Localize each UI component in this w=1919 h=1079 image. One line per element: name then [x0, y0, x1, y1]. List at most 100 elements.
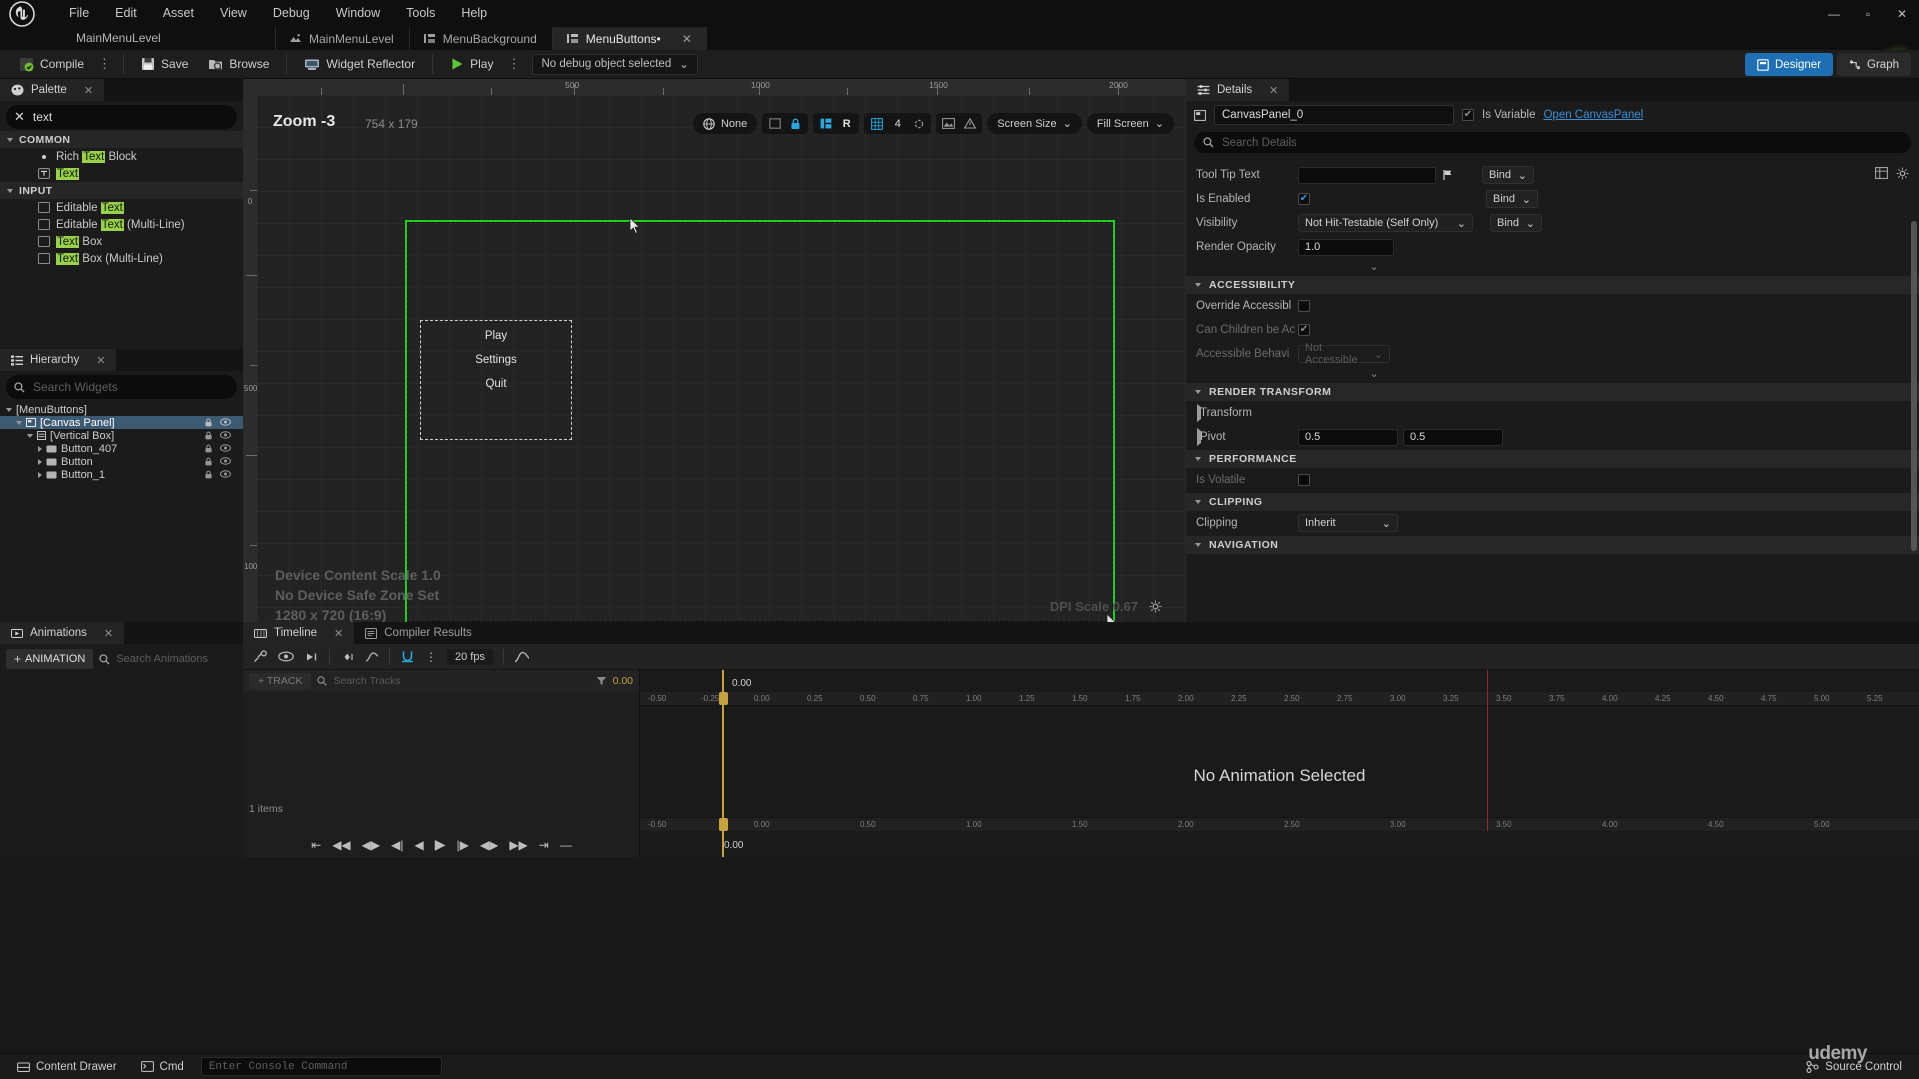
palette-search-input[interactable]: text — [33, 110, 52, 124]
snap-toggle-icon[interactable] — [400, 650, 415, 663]
tree-node-visibility-controls[interactable] — [204, 457, 231, 466]
chevron-right-icon[interactable] — [1186, 428, 1201, 446]
track-search-input[interactable]: Search Tracks — [333, 675, 400, 687]
hierarchy-search-input[interactable]: Search Widgets — [33, 380, 118, 394]
fill-screen-selector[interactable]: Fill Screen ⌄ — [1086, 113, 1174, 134]
step-back-button[interactable]: ◀◀ — [332, 838, 350, 852]
details-tab[interactable]: Details ✕ — [1186, 79, 1290, 101]
tree-node-button[interactable]: Button — [0, 455, 243, 468]
bind-button-tooltip[interactable]: Bind ⌄ — [1482, 166, 1534, 184]
lock-icon[interactable] — [204, 418, 213, 427]
track-search-row[interactable]: Search Tracks — [317, 675, 589, 687]
chevron-right-icon[interactable] — [1186, 404, 1201, 422]
curve-tool-icon[interactable] — [514, 651, 530, 663]
menu-view[interactable]: View — [207, 0, 260, 27]
eye-icon[interactable] — [220, 457, 231, 466]
tree-node-visibility-controls[interactable] — [204, 431, 231, 440]
palette-item-text-box[interactable]: Text Box — [0, 233, 243, 250]
debug-object-selector[interactable]: No debug object selected ⌄ — [532, 53, 698, 75]
menu-file[interactable]: File — [56, 0, 102, 27]
section-header-clipping[interactable]: CLIPPING — [1186, 492, 1919, 511]
grid-snap-icon[interactable] — [866, 114, 887, 133]
lock-icon[interactable] — [204, 431, 213, 440]
jump-to-start-button[interactable]: ⇤ — [311, 838, 321, 852]
chevron-right-icon[interactable] — [38, 471, 42, 478]
palette-tab[interactable]: Palette ✕ — [0, 79, 105, 101]
preview-button-settings[interactable]: Settings — [420, 348, 572, 372]
object-name-input[interactable]: CanvasPanel_0 — [1214, 105, 1454, 125]
tree-node-visibility-controls[interactable] — [204, 470, 231, 479]
track-time-value[interactable]: 0.00 — [613, 675, 633, 687]
image-toggle-icon[interactable] — [938, 114, 959, 133]
clear-search-icon[interactable]: ✕ — [14, 109, 25, 125]
animations-search-input[interactable]: Search Animations — [116, 653, 208, 665]
timeline-grid[interactable]: -0.50 -0.25 0.00 0.25 0.50 0.75 1.00 1.2… — [640, 670, 1919, 857]
palette-item-text-box-multiline[interactable]: Text Box (Multi-Line) — [0, 250, 243, 267]
eye-icon[interactable] — [220, 418, 231, 427]
play-button[interactable]: Play — [441, 52, 502, 77]
rotation-toggle-label[interactable]: R — [836, 114, 857, 133]
palette-item-rich-text-block[interactable]: Rich Text Block — [0, 148, 243, 165]
compile-button[interactable]: Compile — [10, 52, 93, 77]
hierarchy-search-row[interactable]: Search Widgets — [6, 375, 237, 399]
step-forward-button[interactable]: ▶▶ — [509, 838, 527, 852]
play-forward-button[interactable]: ▶ — [435, 836, 446, 853]
playhead[interactable] — [718, 670, 728, 857]
palette-item-editable-text[interactable]: Editable Text — [0, 199, 243, 216]
widget-reflector-button[interactable]: Widget Reflector — [295, 52, 424, 77]
eye-icon[interactable] — [220, 470, 231, 479]
visibility-combo[interactable]: Not Hit-Testable (Self Only) ⌄ — [1298, 214, 1473, 232]
palette-item-text[interactable]: Text — [0, 165, 243, 182]
playhead-handle-bottom[interactable] — [718, 818, 728, 831]
chevron-right-icon[interactable] — [38, 445, 42, 452]
animations-tab[interactable]: Animations ✕ — [0, 622, 125, 644]
pivot-x-input[interactable]: 0.5 — [1298, 428, 1398, 446]
console-command-input[interactable]: Enter Console Command — [200, 1057, 442, 1076]
palette-category-input[interactable]: INPUT — [0, 182, 243, 199]
lock-icon[interactable] — [204, 457, 213, 466]
document-tab-close-icon[interactable]: ✕ — [682, 32, 692, 46]
tree-node-menubuttons[interactable]: [MenuButtons] — [0, 403, 243, 416]
horizontal-ruler[interactable]: 500 1000 1500 2000 — [243, 79, 1186, 95]
next-key-button[interactable]: ◀▶ — [480, 838, 498, 852]
menu-tools[interactable]: Tools — [393, 0, 448, 27]
snap-caret-icon[interactable] — [908, 114, 929, 133]
viewport-canvas[interactable]: Zoom -3 754 x 179 None R 4 Screen Size ⌄… — [257, 95, 1186, 622]
playhead-handle-top[interactable] — [718, 692, 728, 705]
chevron-down-icon[interactable] — [27, 433, 33, 438]
frame-forward-button[interactable]: |▶ — [457, 838, 469, 852]
bind-button-visibility[interactable]: Bind ⌄ — [1490, 214, 1542, 232]
palette-search-row[interactable]: ✕ text — [6, 105, 237, 129]
eye-icon[interactable] — [220, 431, 231, 440]
unreal-logo-icon[interactable] — [0, 0, 44, 27]
loop-mode-button[interactable]: — — [560, 838, 572, 852]
eye-icon[interactable] — [220, 444, 231, 453]
content-drawer-button[interactable]: Content Drawer — [10, 1057, 124, 1077]
timeline-tab[interactable]: Timeline ✕ — [243, 622, 355, 644]
playback-range-end[interactable] — [1487, 670, 1488, 831]
timeline-tab-close-icon[interactable]: ✕ — [334, 627, 343, 640]
menu-edit[interactable]: Edit — [102, 0, 150, 27]
section-header-render-transform[interactable]: RENDER TRANSFORM — [1186, 382, 1919, 401]
details-search-row[interactable]: Search Details — [1194, 132, 1911, 153]
save-button[interactable]: Save — [132, 52, 197, 77]
render-opacity-input[interactable]: 1.0 — [1298, 238, 1394, 256]
expand-more-icon-2[interactable]: ⌄ — [1194, 366, 1554, 382]
play-reverse-button[interactable]: ◀ — [414, 838, 423, 852]
keyframe-icon[interactable] — [340, 651, 355, 663]
details-search-input[interactable]: Search Details — [1222, 137, 1902, 149]
override-accessible-checkbox[interactable] — [1298, 300, 1310, 312]
is-variable-checkbox[interactable] — [1462, 109, 1474, 121]
tree-node-visibility-controls[interactable] — [204, 444, 231, 453]
pivot-y-input[interactable]: 0.5 — [1403, 428, 1503, 446]
section-header-navigation[interactable]: NAVIGATION — [1186, 535, 1919, 554]
key-tool-icon[interactable] — [253, 650, 268, 663]
vertical-ruler[interactable]: 0 500 1000 — [243, 95, 257, 622]
hierarchy-tab-close-icon[interactable]: ✕ — [96, 354, 105, 367]
menu-debug[interactable]: Debug — [260, 0, 323, 27]
tree-node-visibility-controls[interactable] — [204, 418, 231, 427]
warning-toggle-icon[interactable] — [959, 114, 980, 133]
animations-search-row[interactable]: Search Animations — [99, 653, 237, 665]
gear-icon[interactable] — [1149, 600, 1162, 613]
chevron-down-icon[interactable] — [16, 420, 22, 425]
